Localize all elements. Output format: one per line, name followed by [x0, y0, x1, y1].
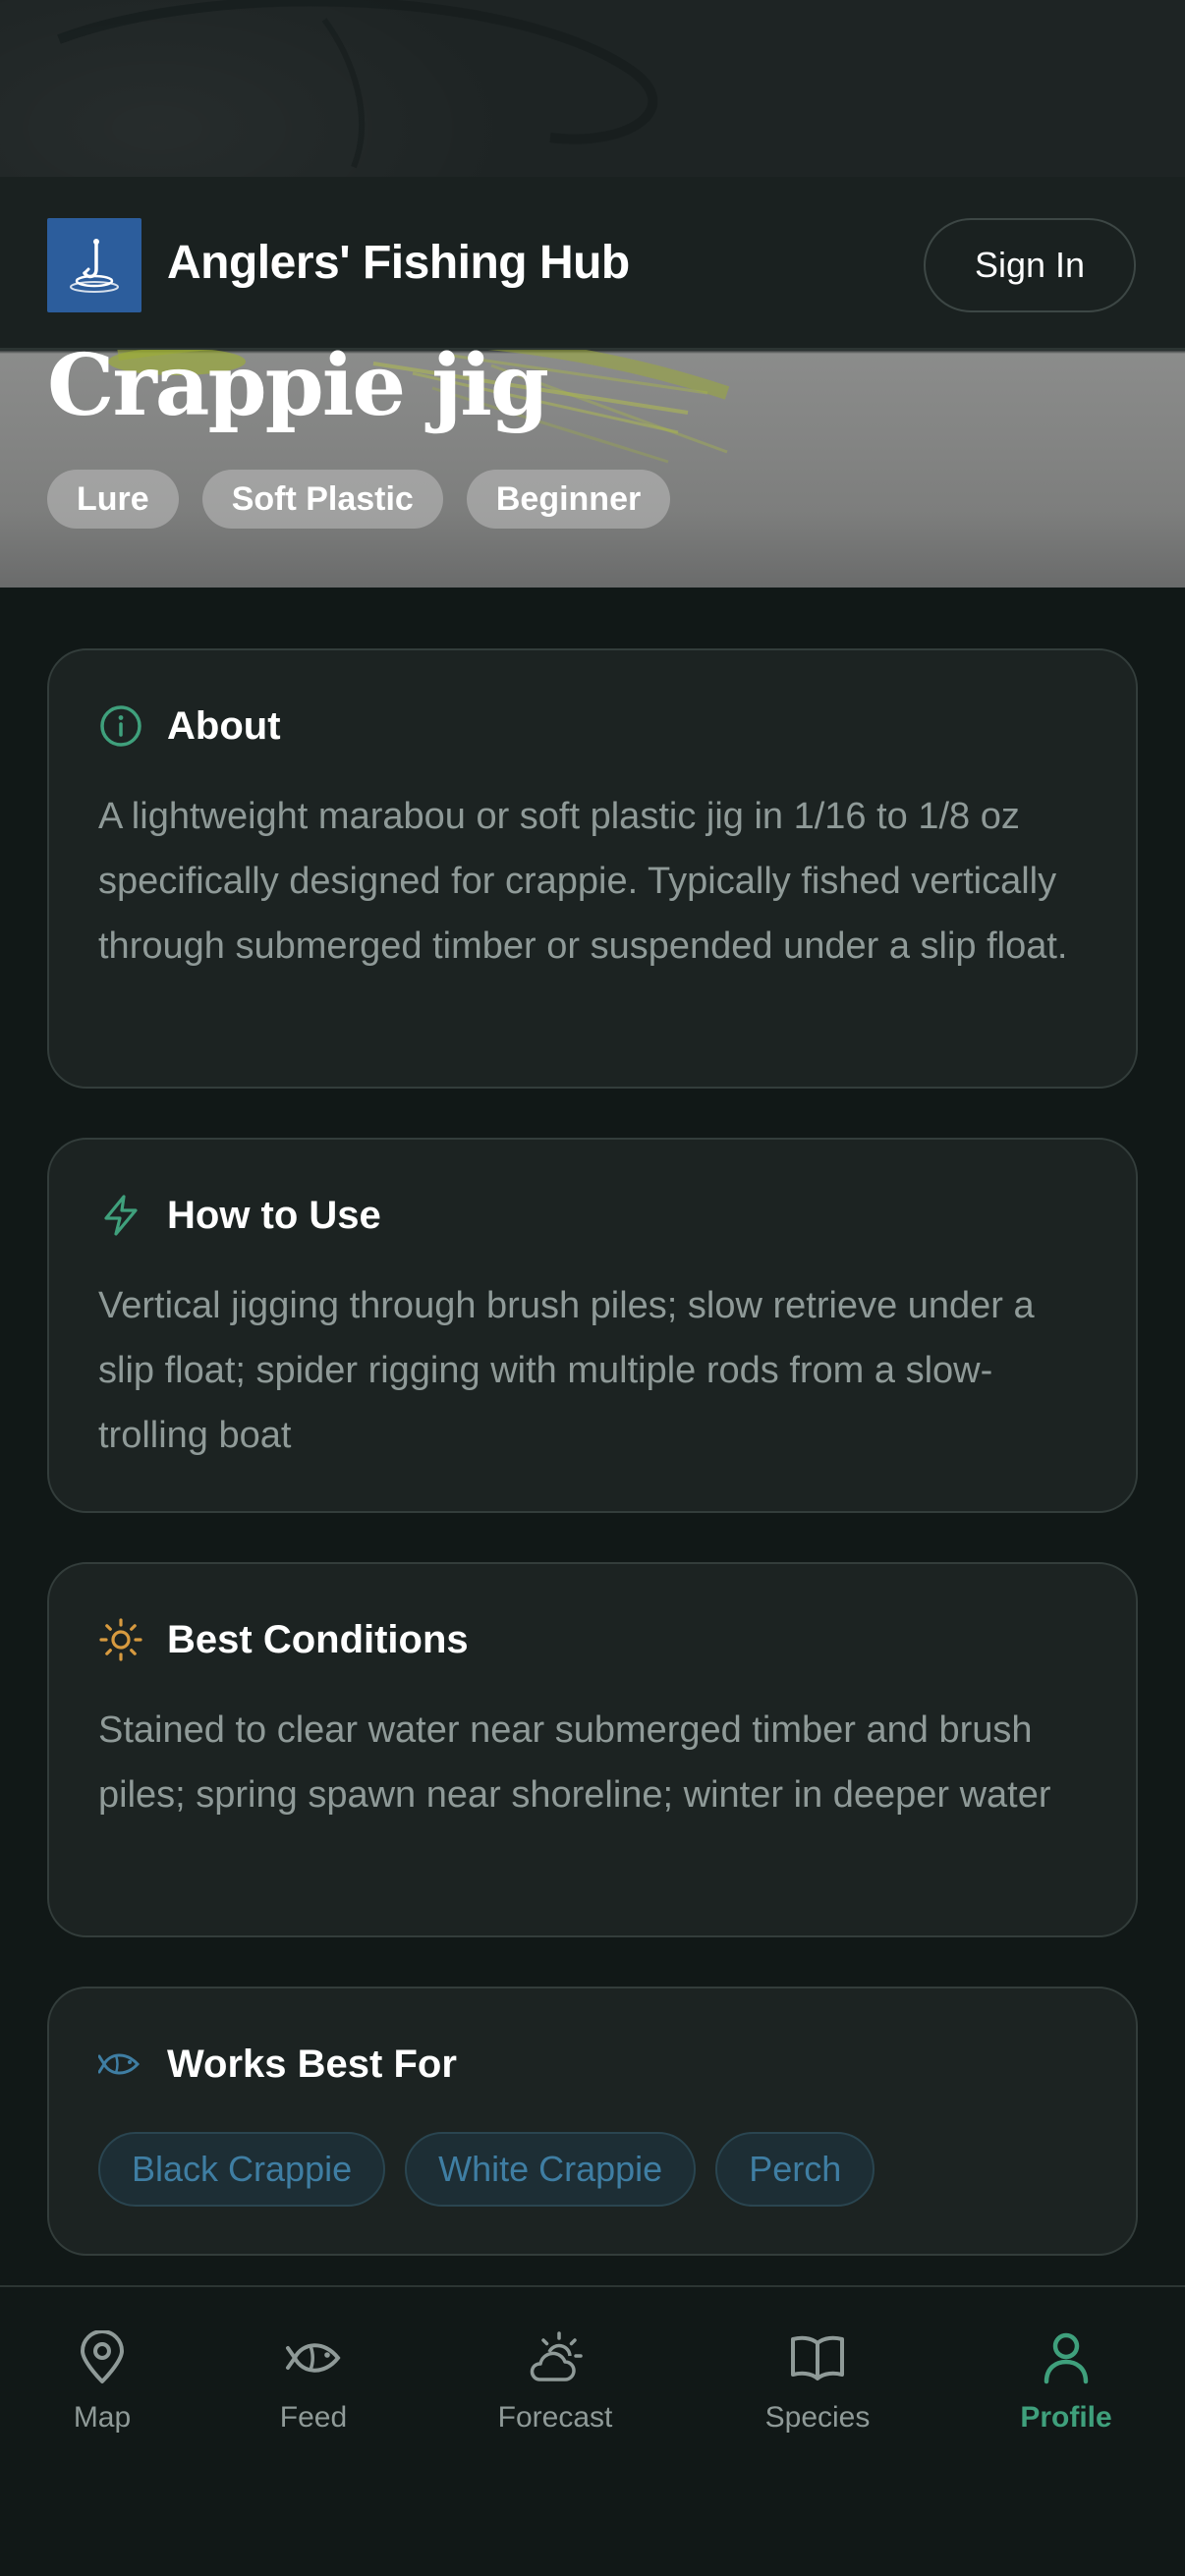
- nav-item-forecast[interactable]: Forecast: [457, 2328, 653, 2435]
- nav-label-forecast: Forecast: [497, 2401, 613, 2434]
- app-header: Anglers' Fishing Hub Sign In: [0, 177, 1185, 350]
- hero-banner: Anglers' Fishing Hub Sign In Crappie jig…: [0, 0, 1185, 588]
- fish-icon: [98, 2042, 143, 2087]
- app-title: Anglers' Fishing Hub: [167, 237, 630, 289]
- species-chip-black-crappie[interactable]: Black Crappie: [98, 2132, 386, 2207]
- page: Anglers' Fishing Hub Sign In Crappie jig…: [0, 0, 1185, 2576]
- how-to-use-card: How to Use Vertical jigging through brus…: [47, 1138, 1138, 1513]
- about-text: A lightweight marabou or soft plastic ji…: [98, 796, 1068, 967]
- nav-label-species: Species: [764, 2401, 871, 2434]
- user-icon: [1037, 2328, 1096, 2387]
- best-conditions-title: Best Conditions: [167, 1617, 469, 1661]
- book-icon: [788, 2328, 847, 2387]
- fish-icon: [284, 2328, 343, 2387]
- works-best-for-header: Works Best For: [98, 2042, 457, 2087]
- nav-label-map: Map: [73, 2401, 132, 2434]
- species-chip-perch[interactable]: Perch: [715, 2132, 875, 2207]
- about-header: About: [98, 703, 281, 749]
- sign-in-button[interactable]: Sign In: [924, 218, 1136, 312]
- nav-label-profile: Profile: [1020, 2401, 1112, 2434]
- about-card: About A lightweight marabou or soft plas…: [47, 648, 1138, 1089]
- tag-lure: Lure: [47, 470, 179, 529]
- sun-icon: [98, 1617, 143, 1662]
- works-best-for-card: Works Best For Black Crappie White Crapp…: [47, 1987, 1138, 2256]
- app-logo[interactable]: [47, 218, 141, 312]
- map-pin-icon: [73, 2328, 132, 2387]
- weather-icon: [526, 2328, 585, 2387]
- how-to-use-title: How to Use: [167, 1193, 381, 1237]
- page-title: Crappie jig: [47, 336, 549, 435]
- nav-item-feed[interactable]: Feed: [215, 2328, 412, 2435]
- bottom-navigation: Map Feed Forecast Species Profile: [0, 2285, 1185, 2576]
- species-chip-list: Black Crappie White Crappie Perch: [98, 2132, 875, 2207]
- works-best-for-title: Works Best For: [167, 2042, 457, 2086]
- best-conditions-header: Best Conditions: [98, 1617, 469, 1662]
- species-chip-white-crappie[interactable]: White Crappie: [405, 2132, 697, 2207]
- tag-soft-plastic: Soft Plastic: [201, 470, 443, 529]
- info-icon: [98, 703, 143, 749]
- nav-item-profile[interactable]: Profile: [968, 2328, 1164, 2435]
- how-to-use-header: How to Use: [98, 1193, 381, 1238]
- nav-label-feed: Feed: [279, 2401, 348, 2434]
- how-to-use-text: Vertical jigging through brush piles; sl…: [98, 1285, 1035, 1456]
- tag-list: Lure Soft Plastic Beginner: [47, 470, 671, 529]
- best-conditions-text: Stained to clear water near submerged ti…: [98, 1709, 1051, 1816]
- nav-item-map[interactable]: Map: [4, 2328, 200, 2435]
- fishing-hook-icon: [70, 239, 119, 293]
- nav-item-species[interactable]: Species: [719, 2328, 916, 2435]
- lightning-icon: [98, 1193, 143, 1238]
- best-conditions-card: Best Conditions Stained to clear water n…: [47, 1562, 1138, 1937]
- tag-beginner: Beginner: [466, 470, 671, 529]
- about-title: About: [167, 703, 281, 748]
